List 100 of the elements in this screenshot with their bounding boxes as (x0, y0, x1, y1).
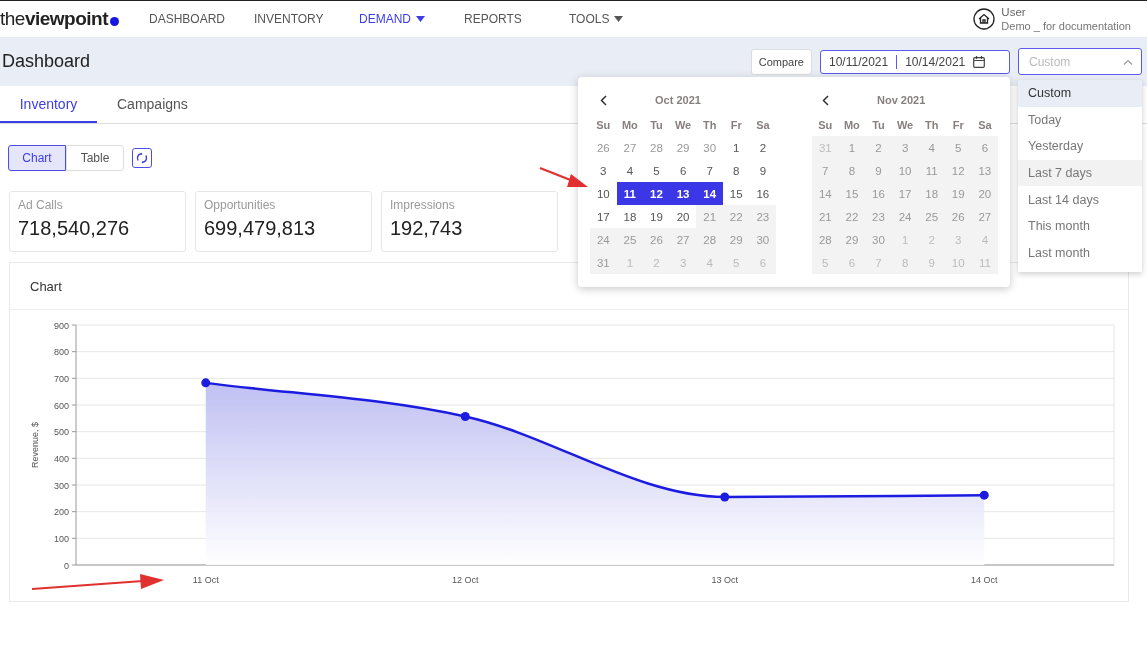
y-tick-label: 600 (53, 400, 69, 411)
calendar-day[interactable]: 13 (669, 182, 697, 205)
range-option[interactable]: This month (1018, 212, 1142, 240)
range-option[interactable]: Last 14 days (1018, 186, 1142, 213)
calendar-day[interactable]: 26 (590, 136, 617, 159)
nav-link[interactable]: DEMAND (359, 12, 447, 26)
tab[interactable]: Campaigns (101, 86, 199, 123)
calendar-day[interactable]: 1 (722, 136, 750, 159)
page-title: Dashboard (2, 51, 91, 72)
calendar-day[interactable]: 18 (616, 205, 644, 228)
stat-label: Opportunities (204, 198, 277, 212)
weekday-label: Mo (842, 117, 861, 133)
y-tick-label: 0 (64, 560, 69, 571)
date-range-field[interactable]: 10/11/2021 10/14/2021 (820, 49, 1010, 74)
logo[interactable]: theviewpoint (0, 8, 132, 30)
weekday-label: Mo (620, 117, 639, 133)
compare-button[interactable]: Compare (750, 48, 812, 75)
account-name: Demo _ for documentation (1001, 19, 1131, 33)
data-point (979, 490, 989, 500)
weekday-label: Tu (871, 117, 886, 133)
refresh-button[interactable] (132, 148, 152, 168)
calendar-day[interactable]: 17 (590, 205, 617, 228)
start-date: 10/11/2021 (829, 54, 889, 69)
view-toggle-button[interactable]: Chart (8, 145, 66, 171)
calendar-day[interactable]: 3 (590, 159, 617, 182)
stat-value: 192,743 (390, 217, 464, 240)
end-date: 10/14/2021 (905, 54, 966, 69)
weekday-label: Su (817, 117, 834, 133)
month-title: Oct 2021 (655, 94, 701, 106)
calendar-day[interactable]: 29 (669, 136, 697, 159)
calendar-day[interactable]: 2 (749, 136, 777, 159)
chart-title: Chart (30, 278, 62, 294)
y-axis-title: Revenue, $ (30, 422, 40, 468)
stat-value: 718,540,276 (18, 217, 131, 240)
weekday-label: Fr (951, 117, 965, 133)
stat-value: 699,479,813 (204, 217, 317, 240)
y-tick-label: 700 (53, 373, 69, 384)
data-point (201, 378, 211, 388)
weekday-label: Su (595, 117, 612, 133)
tab[interactable]: Inventory (0, 86, 97, 123)
month-title: Nov 2021 (877, 94, 926, 106)
calendar-day[interactable]: 27 (616, 136, 644, 159)
calendar-day[interactable]: 7 (696, 159, 723, 182)
chevron-icon (1123, 59, 1133, 65)
caret-icon (416, 16, 425, 22)
weekday-label: Sa (755, 117, 771, 133)
calendar-day[interactable]: 28 (643, 136, 670, 159)
caret-icon (614, 16, 624, 22)
y-tick-label: 400 (53, 453, 69, 464)
calendar-day[interactable]: 5 (643, 159, 670, 182)
weekday-label: We (895, 117, 915, 133)
calendar-day[interactable]: 16 (749, 182, 777, 205)
nav-link[interactable]: DASHBOARD (149, 12, 237, 26)
nav-link[interactable]: TOOLS (569, 12, 657, 26)
calendar-day[interactable]: 10 (590, 182, 617, 205)
calendar-day[interactable]: 9 (749, 159, 777, 182)
x-tick-label: 14 Oct (971, 575, 998, 585)
range-select[interactable]: Custom (1018, 48, 1142, 75)
annotation-arrow (539, 166, 589, 190)
y-tick-label: 300 (53, 480, 69, 491)
weekday-label: Th (701, 117, 718, 133)
y-tick-label: 200 (53, 507, 69, 518)
calendar-day[interactable]: 4 (616, 159, 644, 182)
nav-link[interactable]: REPORTS (464, 12, 552, 26)
range-option[interactable]: Today (1018, 106, 1142, 134)
weekday-label: Sa (977, 117, 993, 133)
calendar-day[interactable]: 15 (722, 182, 750, 205)
range-option[interactable]: Last 7 days (1018, 159, 1142, 187)
calendar-day[interactable]: 30 (696, 136, 723, 159)
calendar-day[interactable]: 19 (643, 205, 670, 228)
data-point (460, 411, 470, 421)
previous-month-icon[interactable] (822, 94, 829, 106)
calendar-icon (973, 55, 986, 68)
weekday-label: We (673, 117, 693, 133)
x-tick-label: 12 Oct (452, 575, 479, 585)
x-tick-label: 11 Oct (192, 575, 219, 585)
range-option[interactable]: Yesterday (1018, 133, 1142, 160)
home-icon[interactable] (973, 8, 996, 30)
view-toggle-button[interactable]: Table (66, 145, 124, 171)
calendar-day[interactable]: 12 (643, 182, 670, 205)
calendar-day[interactable]: 6 (669, 159, 697, 182)
user-name: User (1001, 5, 1027, 19)
weekday-label: Tu (649, 117, 664, 133)
range-option[interactable]: Custom (1018, 80, 1142, 107)
calendar-day[interactable]: 8 (722, 159, 750, 182)
calendar-day[interactable]: 14 (696, 182, 723, 205)
weekday-label: Fr (729, 117, 743, 133)
stat-label: Impressions (390, 198, 456, 212)
x-tick-label: 13 Oct (711, 575, 738, 585)
calendar-day[interactable]: 11 (616, 182, 644, 205)
y-tick-label: 900 (53, 320, 69, 331)
weekday-label: Th (923, 117, 940, 133)
previous-month-icon[interactable] (600, 94, 607, 106)
y-tick-label: 500 (53, 427, 69, 438)
range-option[interactable]: Last month (1018, 239, 1142, 267)
stat-label: Ad Calls (18, 198, 64, 212)
y-tick-label: 100 (53, 533, 69, 544)
nav-link[interactable]: INVENTORY (254, 12, 342, 26)
calendar-day[interactable]: 20 (669, 205, 697, 228)
data-point (720, 492, 730, 502)
